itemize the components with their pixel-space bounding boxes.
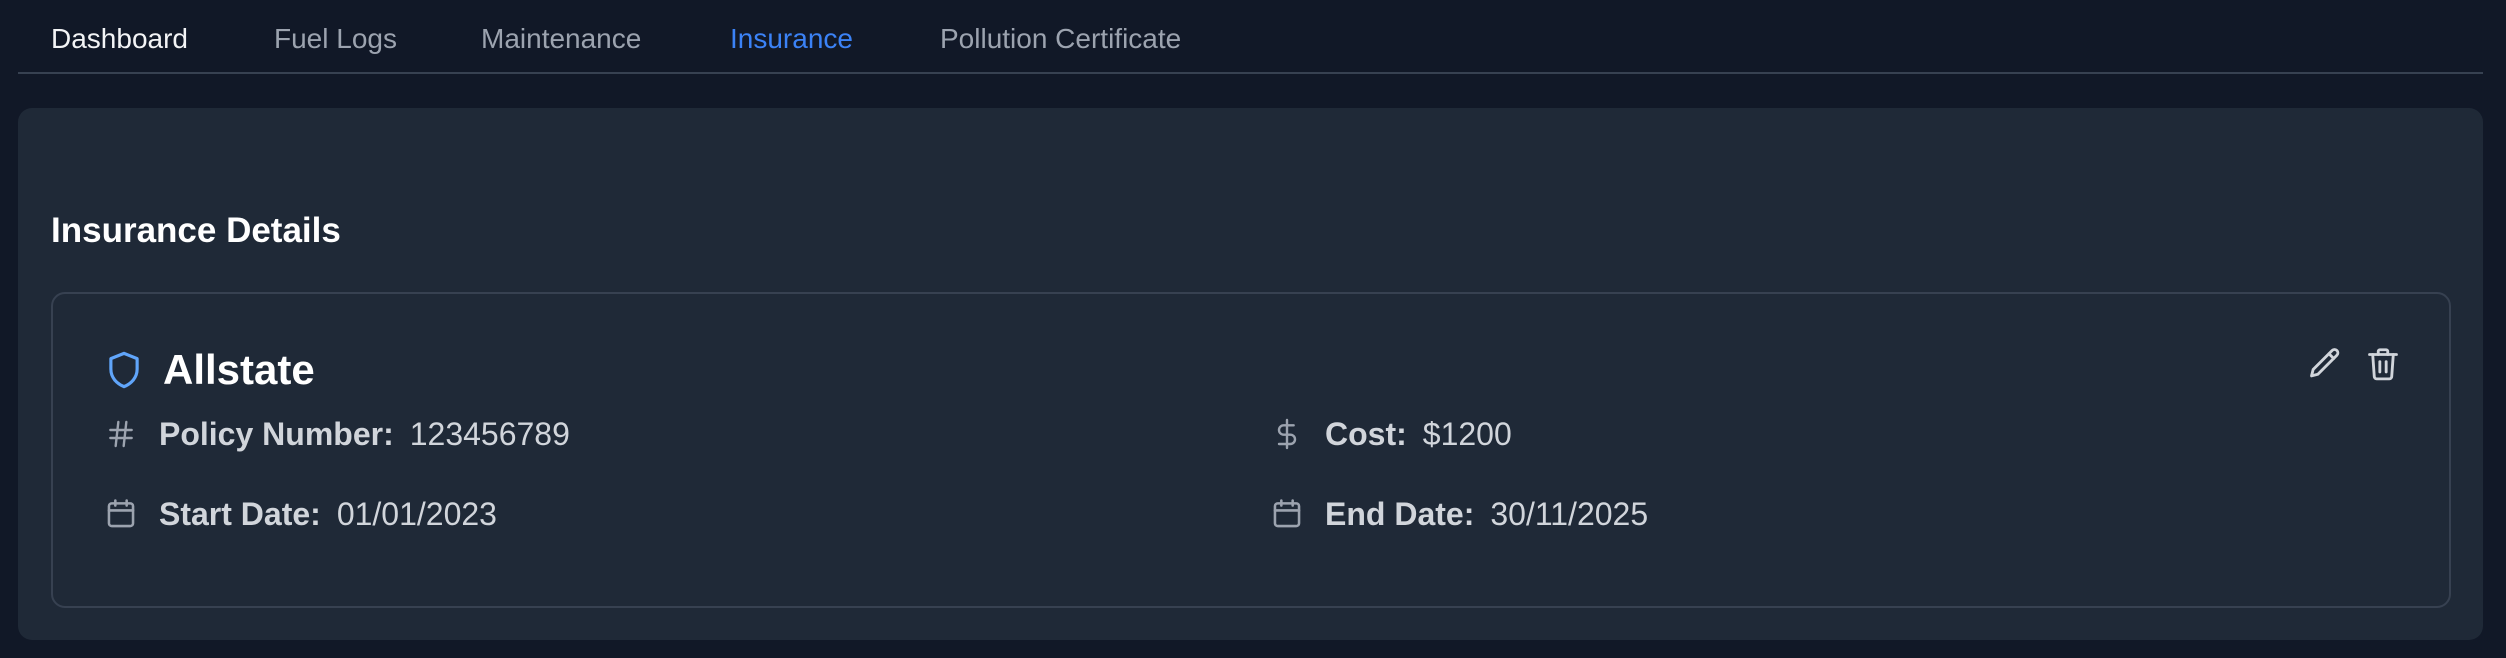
tab-pollution-certificate[interactable]: Pollution Certificate [940,22,1181,56]
start-date-label: Start Date: [159,496,321,532]
tab-fuel-logs[interactable]: Fuel Logs [274,22,397,56]
dollar-icon [1269,414,1305,454]
tab-bar: Dashboard Fuel Logs Maintenance Insuranc… [18,0,2483,74]
tab-maintenance[interactable]: Maintenance [481,22,641,56]
section-title: Insurance Details [51,211,341,250]
policy-number-label: Policy Number: [159,416,394,452]
end-date-value: 30/11/2025 [1490,496,1649,532]
card-header: Allstate [103,342,315,398]
shield-icon [103,346,145,394]
provider-name: Allstate [163,346,315,393]
cost-field: Cost: $1200 [1269,414,1512,454]
policy-number-field: Policy Number: 123456789 [103,414,570,454]
card-actions [2305,346,2403,386]
insurance-card: Allstate Policy Number: 123456789 Cost: … [51,292,2451,608]
trash-icon [2364,345,2402,388]
calendar-icon [1269,494,1305,534]
calendar-icon [103,494,139,534]
insurance-panel: Insurance Details Allstate Policy Number… [18,108,2483,640]
edit-button[interactable] [2305,346,2345,386]
pencil-icon [2306,345,2344,388]
cost-label: Cost: [1325,416,1407,452]
start-date-field: Start Date: 01/01/2023 [103,494,497,534]
end-date-label: End Date: [1325,496,1475,532]
hash-icon [103,414,139,454]
start-date-value: 01/01/2023 [336,496,497,532]
delete-button[interactable] [2363,346,2403,386]
end-date-field: End Date: 30/11/2025 [1269,494,1648,534]
cost-value: $1200 [1422,416,1512,452]
tab-insurance[interactable]: Insurance [730,22,853,56]
tab-dashboard[interactable]: Dashboard [51,22,188,56]
policy-number-value: 123456789 [409,416,570,452]
